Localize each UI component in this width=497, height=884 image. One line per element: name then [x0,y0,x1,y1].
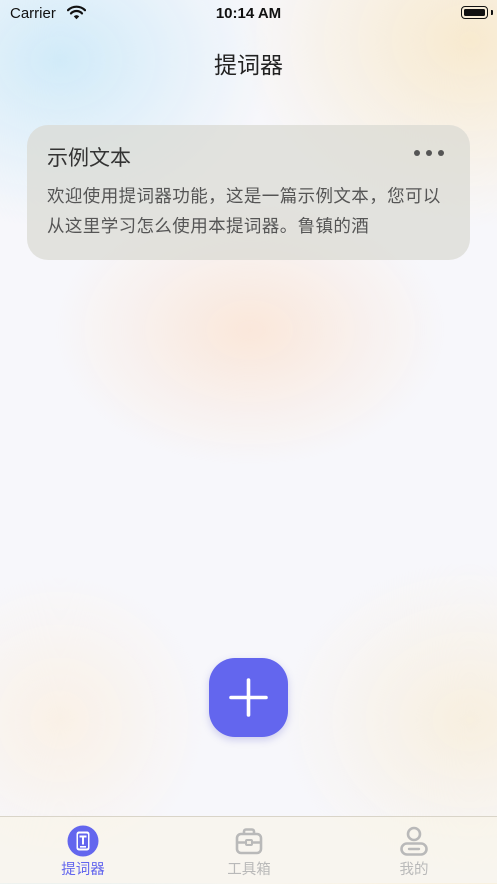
tab-toolbox[interactable]: 工具箱 [166,817,332,884]
status-time: 10:14 AM [215,5,282,22]
tab-teleprompter[interactable]: 提词器 [0,817,166,884]
tab-toolbox-label: 工具箱 [227,862,271,878]
battery-icon [461,6,488,19]
document-title: 示例文本 [47,146,131,170]
profile-icon [400,826,428,856]
tab-teleprompter-label: 提词器 [61,862,105,878]
toolbox-icon [235,828,263,855]
plus-icon [229,678,268,717]
page-title: 提词器 [214,53,283,79]
ellipsis-icon[interactable] [414,147,444,157]
status-bar: Carrier 10:14 AM [0,0,497,28]
document-card[interactable]: 示例文本 欢迎使用提词器功能，这是一篇示例文本，您可以从这里学习怎么使用本提词器… [27,125,470,260]
tab-bar: 提词器 工具箱 我的 [0,816,497,884]
tab-mine[interactable]: 我的 [331,817,497,884]
tab-mine-label: 我的 [399,862,429,878]
add-document-button[interactable] [209,658,288,737]
document-preview: 欢迎使用提词器功能，这是一篇示例文本，您可以从这里学习怎么使用本提词器。鲁镇的酒 [47,187,441,237]
teleprompter-icon [67,825,99,857]
battery-tip [491,10,493,15]
